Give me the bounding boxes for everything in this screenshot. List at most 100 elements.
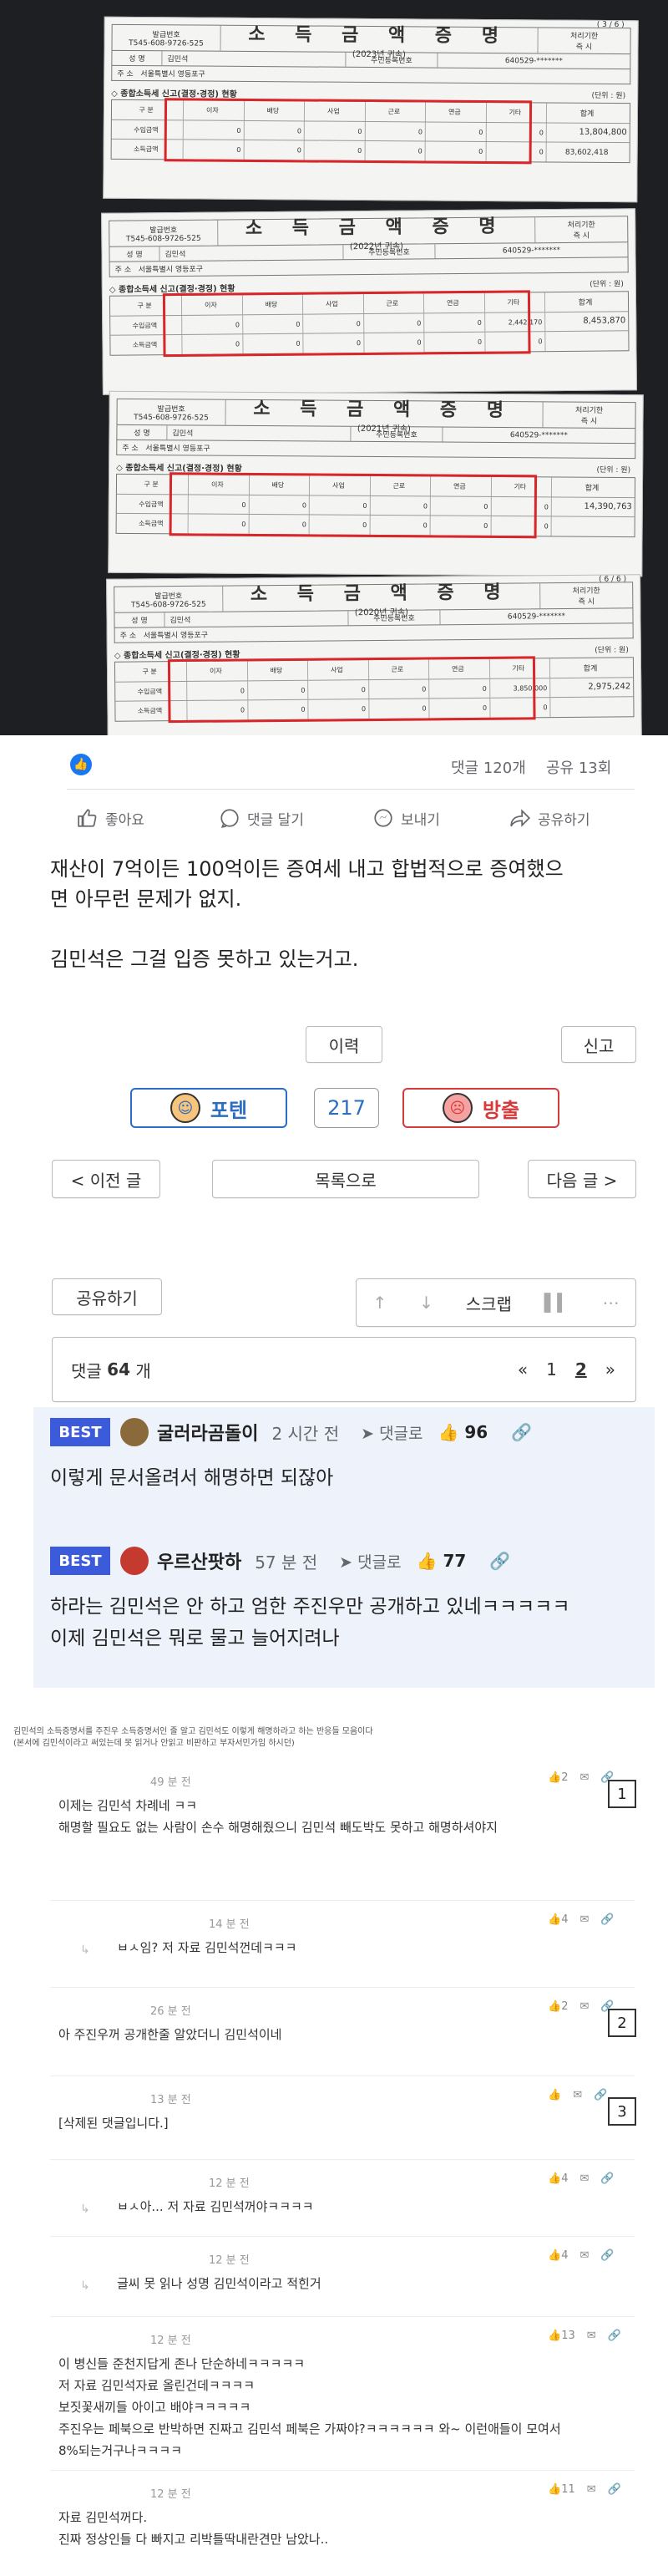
chart-icon[interactable]: ▌▍ xyxy=(544,1293,570,1313)
address-value: 서울특별시 영등포구 xyxy=(145,445,210,454)
issue-number: T545-608-9726-525 xyxy=(125,234,201,244)
reply-icon[interactable]: ✉ xyxy=(573,2089,582,2101)
comment-time: 2 시간 전 xyxy=(271,1423,340,1444)
nickname[interactable]: 굴러라곰돌이 xyxy=(157,1419,258,1446)
column-header: 합계 xyxy=(583,664,598,673)
highlight-box xyxy=(164,98,533,165)
highlight-box xyxy=(167,656,536,724)
like-count[interactable]: 👍 77 xyxy=(417,1551,467,1571)
more-icon[interactable]: ⋯ xyxy=(603,1293,620,1313)
share-icon[interactable]: 🔗 xyxy=(608,2330,621,2342)
reply-arrow-icon: ↳ xyxy=(80,2279,90,2293)
upvote-button[interactable]: ☺ 포텐 xyxy=(130,1088,287,1128)
share-post-button[interactable]: 공유하기 xyxy=(52,1278,162,1315)
like-button[interactable]: 좋아요 xyxy=(77,807,144,829)
like-count[interactable]: 👍13 xyxy=(548,2330,575,2342)
issue-label: 발급번호 xyxy=(154,592,183,601)
send-button[interactable]: 보내기 xyxy=(372,807,440,829)
downvote-button[interactable]: ☹ 방출 xyxy=(402,1088,559,1128)
caption-line: 김민석의 소득증명서를 주진우 소득증명서인 줄 알고 김민석도 이렇게 해명하… xyxy=(13,1727,373,1736)
post-line: 면 아무런 문제가 없지. xyxy=(50,887,242,911)
first-page-icon[interactable]: « xyxy=(518,1359,528,1379)
last-page-icon[interactable]: » xyxy=(605,1359,615,1379)
total-cell: 83,602,418 xyxy=(564,148,609,157)
name-label: 성 명 xyxy=(109,246,160,262)
resident-label: 주민등록번호 xyxy=(343,244,436,260)
attached-document-image: ( 3 / 6 ) 발급번호 T545-608-9726-525 소 득 금 액… xyxy=(0,0,668,735)
reply-arrow-icon: ↳ xyxy=(80,2203,90,2216)
comment-button[interactable]: 댓글 달기 xyxy=(219,807,304,829)
reply-link[interactable]: ➤ 댓글로 xyxy=(339,1550,401,1573)
prev-post-button[interactable]: < 이전 글 xyxy=(52,1160,160,1198)
name-label: 성 명 xyxy=(112,50,163,66)
comment-line: ㅂㅅ임? 저 자료 김민석껀데ㅋㅋㅋ xyxy=(117,1940,297,1955)
reply-icon[interactable]: ✉ xyxy=(579,2000,589,2013)
like-count[interactable]: 👍4 xyxy=(548,1913,568,1926)
issue-label: 발급번호 xyxy=(152,30,180,39)
column-header: 합계 xyxy=(578,298,593,307)
downvote-label: 방출 xyxy=(482,1098,520,1122)
comment-line: 글씨 못 읽나 성명 김민석이라고 적힌거 xyxy=(117,2276,321,2291)
share-button[interactable]: 공유하기 xyxy=(509,807,590,829)
total-cell xyxy=(550,698,633,718)
next-post-button[interactable]: 다음 글 > xyxy=(528,1160,636,1198)
up-arrow-icon[interactable]: ↑ xyxy=(372,1293,387,1313)
comment-actions: 👍2 ✉ 🔗 xyxy=(548,1771,615,1784)
page-1-link[interactable]: 1 xyxy=(546,1359,557,1379)
report-button[interactable]: 신고 xyxy=(561,1026,636,1063)
page-2-link[interactable]: 2 xyxy=(575,1359,587,1379)
comment-label: 댓글 달기 xyxy=(247,811,304,829)
like-count[interactable]: 👍 xyxy=(548,2089,561,2101)
comment-body: 이제는 김민석 차례네 ㅋㅋ 해명할 필요도 없는 사람이 손수 해명해줬으니 김… xyxy=(58,1795,610,1838)
history-button[interactable]: 이력 xyxy=(306,1026,382,1063)
like-count[interactable]: 👍2 xyxy=(548,2000,568,2013)
share-icon[interactable]: 🔗 xyxy=(600,2249,614,2262)
document-title: 소 득 금 액 증 명 xyxy=(245,215,508,239)
share-icon[interactable]: 🔗 xyxy=(600,2172,614,2185)
comments-unit: 개 xyxy=(135,1360,151,1381)
reply-link[interactable]: ➤ 댓글로 xyxy=(361,1421,423,1444)
like-count[interactable]: 👍 96 xyxy=(438,1422,488,1442)
share-icon[interactable]: 🔗 xyxy=(594,2089,607,2101)
divider xyxy=(50,2316,635,2317)
nickname[interactable]: 우르산팟하 xyxy=(157,1547,241,1574)
link-icon[interactable]: 🔗 xyxy=(511,1422,532,1442)
comment-time: 12 분 전 xyxy=(209,2254,250,2267)
divider xyxy=(67,789,635,790)
address-label: 주 소 xyxy=(119,632,137,641)
comment-actions: 👍 ✉ 🔗 xyxy=(548,2089,607,2101)
send-label: 보내기 xyxy=(401,811,440,829)
issue-label: 발급번호 xyxy=(157,404,185,414)
share-arrow-icon xyxy=(510,809,531,827)
scrap-button[interactable]: 스크랩 xyxy=(466,1291,512,1315)
share-icon[interactable]: 🔗 xyxy=(608,2483,621,2496)
shares-count[interactable]: 공유 13회 xyxy=(546,756,611,778)
agency-value: 즉 시 xyxy=(578,597,595,607)
comment-actions: 👍11 ✉ 🔗 xyxy=(548,2483,621,2496)
divider xyxy=(50,2159,635,2160)
comment-line: 저 자료 김민석자료 올린건데ㅋㅋㅋㅋ xyxy=(58,2378,256,2393)
reply-icon[interactable]: ✉ xyxy=(579,2172,589,2185)
down-arrow-icon[interactable]: ↓ xyxy=(419,1293,433,1313)
like-count[interactable]: 👍2 xyxy=(548,1771,568,1784)
reply-icon[interactable]: ✉ xyxy=(579,1913,589,1926)
link-icon[interactable]: 🔗 xyxy=(489,1551,510,1571)
reply-icon[interactable]: ✉ xyxy=(579,2249,589,2262)
name-value: 김민석 xyxy=(162,51,347,67)
address-label: 주 소 xyxy=(122,444,139,454)
resident-label: 주민등록번호 xyxy=(348,610,441,626)
column-header: 합계 xyxy=(584,484,600,493)
reply-icon[interactable]: ✉ xyxy=(587,2330,596,2342)
comments-count[interactable]: 댓글 120개 xyxy=(451,756,526,778)
issue-number: T545-608-9726-525 xyxy=(134,413,209,423)
agency-label: 처리기한 xyxy=(570,32,599,41)
comment-time: 14 분 전 xyxy=(209,1918,250,1931)
share-icon[interactable]: 🔗 xyxy=(600,1913,614,1926)
reply-icon[interactable]: ✉ xyxy=(587,2483,596,2496)
reaction-icon[interactable]: 👍 xyxy=(70,754,92,775)
list-button[interactable]: 목록으로 xyxy=(212,1160,479,1198)
like-count[interactable]: 👍11 xyxy=(548,2483,575,2496)
reply-icon[interactable]: ✉ xyxy=(579,1771,589,1784)
like-count[interactable]: 👍4 xyxy=(548,2172,568,2185)
like-count[interactable]: 👍4 xyxy=(548,2249,568,2262)
